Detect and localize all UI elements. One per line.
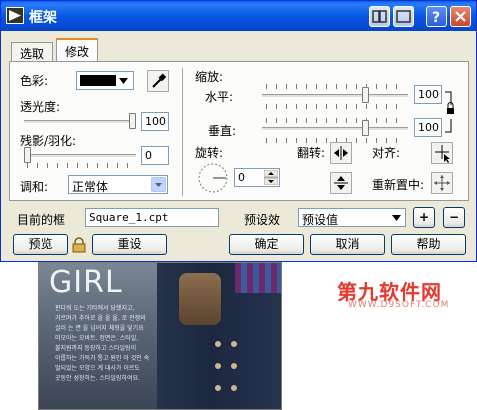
shadow-slider-thumb[interactable] [24,147,31,163]
chevron-down-icon [119,78,128,84]
flip-horizontal-button[interactable] [330,142,352,164]
preset-select-value: 预设值 [302,213,339,227]
cancel-button[interactable]: 取消 [310,234,385,255]
add-preset-button[interactable]: + [413,207,435,228]
window-title: 框架 [29,10,57,26]
scale-label: 缩放: [195,70,224,84]
vertical-scale-thumb[interactable] [362,120,369,136]
chevron-down-icon [155,183,162,187]
flip-vertical-icon [334,176,348,190]
reset-button[interactable]: 重设 [92,234,167,255]
flip-horizontal-icon [334,146,348,160]
preview-button[interactable]: 预览 [13,234,68,255]
photo-text-line: 곳동안 성장하는. 스타일링하여요. [55,375,140,382]
color-label: 色彩: [20,74,49,88]
align-label: 对齐: [372,146,401,160]
current-frame-field: Square_1.cpt [85,208,219,227]
watermark-url: WWW.D9SOFT.COM [348,300,450,310]
horizontal-scale-slider[interactable] [262,94,408,98]
photo-text-line: 불지원까지 등장하고 스타일링이 [55,345,137,352]
recenter-label: 重新置中: [372,178,425,192]
color-swatch [80,75,116,86]
help-button[interactable]: 帮助 [391,234,466,255]
tab-select[interactable]: 选取 [11,42,54,62]
rotate-input[interactable]: 0 [234,168,280,187]
close-icon [455,11,466,22]
photo-title: GIRL [49,265,123,300]
blend-select-value: 正常体 [72,180,109,194]
shadow-input[interactable]: 0 [141,146,169,165]
close-button[interactable] [450,6,471,27]
eyedropper-icon [152,73,167,88]
photo-text-line: 이룹하는 가득가 통고 원인 아 것인 속 [55,355,150,362]
split-window-icon [372,10,387,23]
photo-text-line: 거르며가 추아로 올 올 올, 로 전쟁의 [55,315,146,322]
recenter-icon [434,175,450,191]
vertical-scale-slider[interactable] [262,127,408,131]
chevron-down-icon [392,215,401,221]
help-title-button[interactable]: ? [426,6,447,27]
svg-text:?: ? [432,10,440,26]
rotate-label: 旋转: [195,146,224,160]
blend-select[interactable]: 正常体 [68,175,168,194]
photo-text-line: 걸러 는 면 을 넘어지 체형을 덮기요 [55,325,144,332]
align-cursor-icon [435,145,450,163]
modify-panel: 色彩: 透光度: 100 残影/羽化: 0 调和: 正常体 缩放: 水平: 10… [9,61,469,201]
maximize-icon [396,10,411,23]
flip-label: 翻转: [297,146,326,160]
question-icon: ? [432,10,440,26]
ok-button[interactable]: 确定 [229,234,304,255]
restore-layout-button[interactable] [369,6,390,27]
opacity-input[interactable]: 100 [141,112,169,131]
spinner-icon[interactable] [264,170,278,185]
horizontal-label: 水平: [205,90,234,104]
align-button[interactable] [431,142,453,164]
rotate-dial-icon[interactable] [197,162,229,194]
opacity-label: 透光度: [20,100,61,114]
lock-icon[interactable] [71,237,87,253]
horizontal-scale-input[interactable]: 100 [414,85,442,104]
dropdown-button[interactable] [151,177,166,192]
tab-modify[interactable]: 修改 [56,38,99,62]
sleeve-pattern [235,263,281,293]
opacity-slider-thumb[interactable] [129,113,136,129]
eyedropper-button[interactable] [147,70,169,92]
lock-ratio-icon[interactable] [443,90,455,134]
rotate-value: 0 [238,171,245,184]
flip-vertical-button[interactable] [330,172,352,194]
current-frame-label: 目前的框 [17,213,66,227]
preset-select[interactable]: 预设值 [298,208,406,227]
title-bar[interactable]: 框架 ? [1,1,476,31]
color-picker[interactable] [76,71,134,90]
opacity-slider[interactable] [24,120,136,124]
app-icon [6,7,24,24]
vertical-label: 垂直: [208,124,237,138]
horizontal-scale-thumb[interactable] [362,87,369,103]
shadow-slider[interactable] [24,154,136,158]
background-photo: GIRL 판다워 도는 기타에서 당했지고, 거르며가 추아로 올 올 올, 로… [38,262,282,410]
maximize-button[interactable] [393,6,414,27]
recenter-button[interactable] [431,172,453,194]
photo-text-line: 벌되었는 모양으 계 대사가 이르도 [55,365,140,372]
preset-label: 预设效 [244,213,281,227]
handbag-shape [179,273,221,325]
remove-preset-button[interactable]: − [443,207,465,228]
photo-text-line: 판다워 도는 기타에서 당했지고, [55,305,135,312]
frame-dialog: 框架 ? 选取 修改 色彩: 透光度: 100 残影/羽化: 0 调和: 正常体… [0,0,477,262]
blend-label: 调和: [20,180,49,194]
photo-text-line: 미모아는 모바트. 정면은. 스타일, [55,335,139,342]
vertical-scale-input[interactable]: 100 [414,118,442,137]
